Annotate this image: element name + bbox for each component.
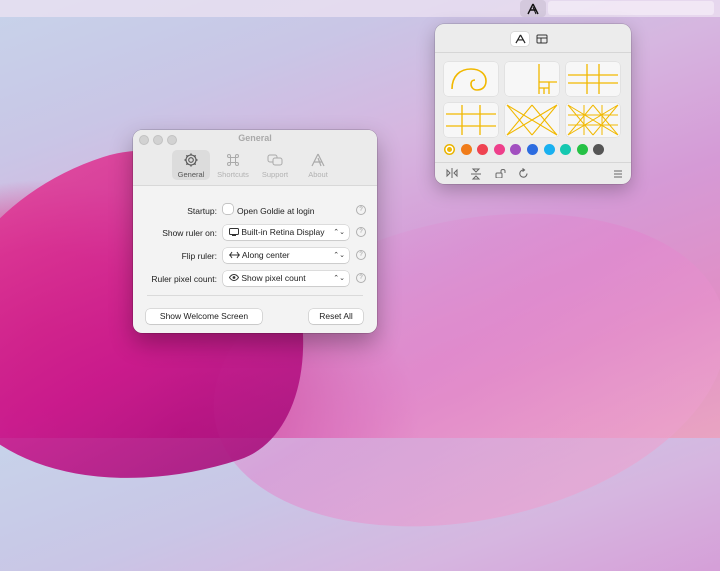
- menu-bar: [0, 0, 720, 17]
- pixel-count-value: Show pixel count: [241, 273, 306, 283]
- pixel-count-label: Ruler pixel count:: [151, 274, 217, 284]
- command-icon: [227, 154, 239, 166]
- open-at-login-checkbox[interactable]: [223, 204, 233, 214]
- help-icon[interactable]: ?: [356, 205, 366, 215]
- flip-ruler-value: Along center: [241, 250, 290, 260]
- show-ruler-label: Show ruler on:: [162, 228, 217, 238]
- popover-divider-bottom: [435, 162, 631, 163]
- flip-ruler-select[interactable]: Along center ⌃⌄: [223, 248, 349, 263]
- tab-shortcuts[interactable]: Shortcuts: [214, 150, 252, 180]
- harmonic-armature-tile[interactable]: [566, 103, 620, 137]
- window-title: General: [238, 133, 272, 143]
- flip-center-icon: [229, 251, 240, 259]
- color-swatch[interactable]: [593, 144, 605, 155]
- open-at-login-label[interactable]: Open Goldie at login: [237, 206, 315, 216]
- color-swatch[interactable]: [477, 144, 489, 155]
- color-swatches: [444, 144, 605, 155]
- diagonal-lines-tile[interactable]: [505, 103, 559, 137]
- help-icon[interactable]: ?: [356, 250, 366, 260]
- tab-shortcuts-label: Shortcuts: [217, 170, 249, 179]
- tab-about[interactable]: About: [299, 150, 337, 180]
- help-icon[interactable]: ?: [356, 273, 366, 283]
- tab-general[interactable]: General: [172, 150, 210, 180]
- tab-layout[interactable]: [533, 32, 551, 46]
- color-swatch[interactable]: [576, 144, 588, 155]
- startup-row: Startup: Open Goldie at login ?: [133, 203, 377, 221]
- menubar-status-area: [548, 1, 714, 15]
- reset-all-button[interactable]: Reset All: [309, 309, 363, 324]
- flip-horizontal-icon[interactable]: [445, 168, 459, 182]
- color-swatch[interactable]: [444, 144, 455, 155]
- goldie-popover: [435, 24, 631, 184]
- chat-bubbles-icon: [267, 154, 283, 166]
- pixel-count-row: Ruler pixel count: Show pixel count ⌃⌄ ?: [133, 271, 377, 289]
- goldie-icon: [514, 34, 526, 44]
- tab-support-label: Support: [261, 170, 289, 179]
- preferences-window: General General Shortcuts Support About …: [133, 130, 377, 333]
- goldie-menubar-icon[interactable]: [520, 0, 546, 17]
- flip-vertical-icon[interactable]: [469, 168, 483, 182]
- window-toolbar: General General Shortcuts Support About: [133, 130, 377, 186]
- tab-general-label: General: [177, 170, 205, 179]
- color-swatch[interactable]: [560, 144, 572, 155]
- menu-icon[interactable]: [611, 168, 625, 182]
- golden-spiral-tile[interactable]: [444, 62, 498, 96]
- tab-support[interactable]: Support: [256, 150, 294, 180]
- flip-ruler-label: Flip ruler:: [181, 251, 217, 261]
- phi-grid-tile[interactable]: [566, 62, 620, 96]
- display-icon: [229, 228, 239, 236]
- chevron-updown-icon: ⌃⌄: [333, 275, 345, 282]
- color-swatch[interactable]: [493, 144, 505, 155]
- golden-rectangle-tile[interactable]: [505, 62, 559, 96]
- chevron-updown-icon: ⌃⌄: [333, 229, 345, 236]
- tab-about-label: About: [308, 170, 328, 179]
- startup-label: Startup:: [187, 206, 217, 216]
- pixel-count-select[interactable]: Show pixel count ⌃⌄: [223, 271, 349, 286]
- show-ruler-row: Show ruler on: Built-in Retina Display ⌃…: [133, 225, 377, 243]
- rotate-icon[interactable]: [516, 168, 530, 182]
- lock-icon[interactable]: [494, 168, 508, 182]
- color-swatch[interactable]: [526, 144, 538, 155]
- help-icon[interactable]: ?: [356, 227, 366, 237]
- goldie-icon: [311, 153, 325, 167]
- eye-icon: [228, 274, 240, 281]
- tab-goldie[interactable]: [511, 32, 529, 46]
- flip-ruler-row: Flip ruler: Along center ⌃⌄ ?: [133, 248, 377, 266]
- gear-icon: [184, 153, 198, 167]
- separator: [147, 295, 363, 296]
- thirds-grid-tile[interactable]: [444, 103, 498, 137]
- layout-icon: [536, 34, 548, 44]
- show-ruler-value: Built-in Retina Display: [241, 227, 325, 237]
- color-swatch[interactable]: [510, 144, 522, 155]
- show-welcome-screen-button[interactable]: Show Welcome Screen: [146, 309, 262, 324]
- chevron-updown-icon: ⌃⌄: [333, 252, 345, 259]
- show-ruler-select[interactable]: Built-in Retina Display ⌃⌄: [223, 225, 349, 240]
- popover-divider-top: [435, 52, 631, 53]
- color-swatch[interactable]: [460, 144, 472, 155]
- color-swatch[interactable]: [543, 144, 555, 155]
